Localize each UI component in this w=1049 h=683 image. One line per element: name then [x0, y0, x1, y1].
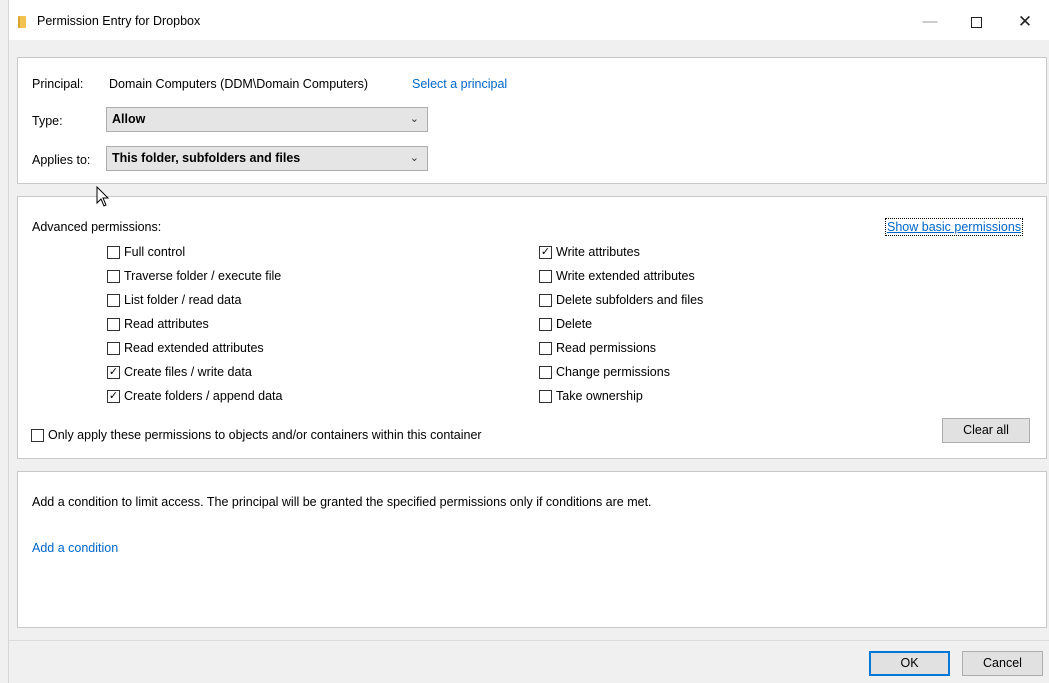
footer-divider — [9, 640, 1049, 641]
permission-label: Write attributes — [556, 245, 640, 259]
permission-row[interactable]: Read attributes — [107, 317, 209, 331]
principal-value: Domain Computers (DDM\Domain Computers) — [109, 77, 369, 91]
permission-row[interactable]: Read extended attributes — [107, 341, 264, 355]
permission-label: Take ownership — [556, 389, 643, 403]
permission-label: Traverse folder / execute file — [124, 269, 282, 283]
permission-row[interactable]: List folder / read data — [107, 293, 241, 307]
advanced-permissions-heading: Advanced permissions: — [32, 220, 162, 234]
permission-checkbox[interactable] — [539, 293, 552, 307]
cancel-button[interactable]: Cancel — [962, 651, 1043, 676]
permission-label: Read attributes — [124, 317, 209, 331]
permission-row[interactable]: Delete subfolders and files — [539, 293, 703, 307]
permission-checkbox[interactable] — [107, 341, 120, 355]
permission-checkbox[interactable] — [539, 341, 552, 355]
chevron-down-icon: ⌄ — [409, 113, 419, 125]
add-condition-link[interactable]: Add a condition — [32, 541, 118, 555]
principal-label: Principal: — [32, 77, 84, 91]
permission-label: Write extended attributes — [556, 269, 695, 283]
permission-row[interactable]: ✓ Create files / write data — [107, 365, 252, 379]
permission-label: Change permissions — [556, 365, 670, 379]
permission-checkbox-checked[interactable]: ✓ — [539, 245, 552, 259]
permission-row[interactable]: Take ownership — [539, 389, 643, 403]
only-apply-checkbox[interactable] — [31, 428, 44, 442]
permission-label: Delete — [556, 317, 593, 331]
mouse-cursor-icon — [96, 186, 110, 207]
principal-panel: Principal: Domain Computers (DDM\Domain … — [17, 57, 1047, 184]
only-apply-checkbox-row[interactable]: Only apply these permissions to objects … — [31, 428, 482, 442]
permission-checkbox[interactable] — [539, 317, 552, 331]
permission-checkbox[interactable] — [539, 269, 552, 283]
permission-label: Create files / write data — [124, 365, 252, 379]
permission-label: Full control — [124, 245, 186, 259]
only-apply-label: Only apply these permissions to objects … — [48, 428, 482, 442]
maximize-icon — [970, 16, 982, 28]
show-basic-permissions-link[interactable]: Show basic permissions — [884, 218, 1024, 236]
permission-row[interactable]: Full control — [107, 245, 185, 259]
minimize-button[interactable]: — — [907, 8, 953, 36]
clear-all-button[interactable]: Clear all — [942, 418, 1030, 443]
advanced-permissions-panel: Advanced permissions: Show basic permiss… — [17, 196, 1047, 459]
title-bar: Permission Entry for Dropbox — ✕ — [9, 0, 1049, 40]
permission-row[interactable]: ✓ Write attributes — [539, 245, 640, 259]
folder-icon — [18, 16, 26, 28]
permission-checkbox-checked[interactable]: ✓ — [107, 365, 120, 379]
permission-label: Read extended attributes — [124, 341, 264, 355]
permission-row[interactable]: Read permissions — [539, 341, 656, 355]
permission-label: List folder / read data — [124, 293, 242, 307]
permission-label: Read permissions — [556, 341, 657, 355]
type-select[interactable]: Allow ⌄ — [106, 107, 428, 132]
permission-checkbox[interactable] — [107, 245, 120, 259]
permission-row[interactable]: Change permissions — [539, 365, 670, 379]
applies-to-select-value: This folder, subfolders and files — [112, 151, 301, 165]
condition-description: Add a condition to limit access. The pri… — [32, 495, 652, 509]
permission-row[interactable]: Delete — [539, 317, 592, 331]
condition-panel: Add a condition to limit access. The pri… — [17, 471, 1047, 628]
permission-checkbox[interactable] — [539, 389, 552, 403]
permission-entry-window: Permission Entry for Dropbox — ✕ Princip… — [8, 0, 1049, 683]
applies-to-select[interactable]: This folder, subfolders and files ⌄ — [106, 146, 428, 171]
type-select-value: Allow — [112, 112, 146, 126]
permission-label: Delete subfolders and files — [556, 293, 704, 307]
maximize-button[interactable] — [953, 8, 999, 36]
permission-row[interactable]: Write extended attributes — [539, 269, 695, 283]
ok-button[interactable]: OK — [869, 651, 950, 676]
permission-row[interactable]: ✓ Create folders / append data — [107, 389, 282, 403]
close-button[interactable]: ✕ — [1002, 8, 1048, 36]
chevron-down-icon: ⌄ — [409, 152, 419, 164]
type-label: Type: — [32, 114, 63, 128]
permission-checkbox[interactable] — [539, 365, 552, 379]
window-title: Permission Entry for Dropbox — [37, 14, 201, 28]
permission-checkbox[interactable] — [107, 317, 120, 331]
applies-to-label: Applies to: — [32, 153, 91, 167]
permission-checkbox[interactable] — [107, 269, 120, 283]
permission-checkbox-checked[interactable]: ✓ — [107, 389, 120, 403]
permission-label: Create folders / append data — [124, 389, 283, 403]
permission-row[interactable]: Traverse folder / execute file — [107, 269, 281, 283]
permission-checkbox[interactable] — [107, 293, 120, 307]
select-principal-link[interactable]: Select a principal — [412, 77, 507, 91]
